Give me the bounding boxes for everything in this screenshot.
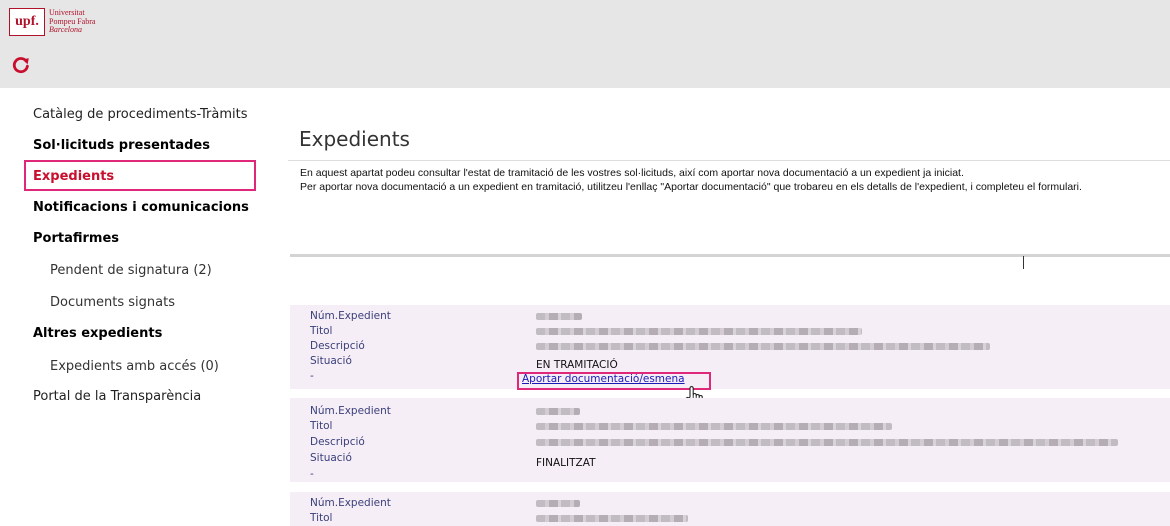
- num-expedient-value-redacted: [536, 313, 582, 320]
- expedient-card[interactable]: Núm.Expedient Titol: [290, 492, 1170, 526]
- num-expedient-label: Núm.Expedient: [310, 405, 391, 417]
- titol-label: Titol: [310, 325, 333, 337]
- descripcio-value-redacted: [536, 343, 990, 350]
- logo-line-3: Barcelona: [49, 25, 83, 35]
- link-highlight: [517, 372, 711, 390]
- descripcio-label: Descripció: [310, 340, 365, 352]
- top-bar: upf. Universitat Pompeu Fabra Barcelona: [0, 0, 1170, 88]
- expedient-card[interactable]: Núm.Expedient Titol Descripció Situació …: [290, 398, 1170, 482]
- titol-label: Titol: [310, 420, 333, 432]
- sidebar-item-portafirmes[interactable]: Portafirmes: [33, 231, 119, 246]
- titol-value-redacted: [536, 423, 892, 430]
- title-divider: [288, 160, 1170, 161]
- description-line-2: Per aportar nova documentació a un exped…: [300, 181, 1082, 193]
- upf-logo[interactable]: upf. Universitat Pompeu Fabra Barcelona: [9, 8, 95, 36]
- section-divider: [290, 254, 1170, 257]
- logo-text: Universitat Pompeu Fabra Barcelona: [49, 9, 95, 35]
- page-description: En aquest apartat podeu consultar l'esta…: [300, 166, 1082, 194]
- page-title: Expedients: [299, 127, 410, 151]
- sidebar-item-notificacions[interactable]: Notificacions i comunicacions: [33, 200, 249, 215]
- refresh-icon[interactable]: [12, 56, 30, 74]
- num-expedient-value-redacted: [536, 500, 580, 507]
- num-expedient-value-redacted: [536, 408, 580, 415]
- titol-label: Titol: [310, 512, 333, 524]
- num-expedient-label: Núm.Expedient: [310, 497, 391, 509]
- description-line-1: En aquest apartat podeu consultar l'esta…: [300, 167, 964, 179]
- descripcio-value-redacted: [536, 439, 1118, 446]
- sidebar-item-documents-signats[interactable]: Documents signats: [50, 295, 175, 310]
- text-cursor: [1023, 256, 1024, 269]
- descripcio-label: Descripció: [310, 436, 365, 448]
- sidebar-item-expedients-acces[interactable]: Expedients amb accés (0): [50, 359, 219, 374]
- situacio-value: EN TRAMITACIÓ: [536, 359, 618, 371]
- sidebar-item-portal-transparencia[interactable]: Portal de la Transparència: [33, 389, 201, 404]
- sidebar-item-expedients[interactable]: Expedients: [33, 169, 114, 184]
- sidebar-item-pendent[interactable]: Pendent de signatura (2): [50, 263, 212, 278]
- titol-value-redacted: [536, 515, 688, 522]
- sidebar-item-altres-expedients[interactable]: Altres expedients: [33, 326, 162, 341]
- logo-mark: upf.: [9, 8, 45, 36]
- situacio-value: FINALITZAT: [536, 457, 596, 469]
- situacio-label: Situació: [310, 452, 352, 464]
- dash-label: -: [310, 468, 314, 480]
- num-expedient-label: Núm.Expedient: [310, 310, 391, 322]
- titol-value-redacted: [536, 328, 862, 335]
- expedient-card[interactable]: Núm.Expedient Titol Descripció Situació …: [290, 305, 1170, 389]
- situacio-label: Situació: [310, 355, 352, 367]
- sidebar-item-cataleg[interactable]: Catàleg de procediments-Tràmits: [33, 107, 248, 122]
- dash-label: -: [310, 370, 314, 382]
- sidebar-item-sollicituds[interactable]: Sol·licituds presentades: [33, 138, 210, 153]
